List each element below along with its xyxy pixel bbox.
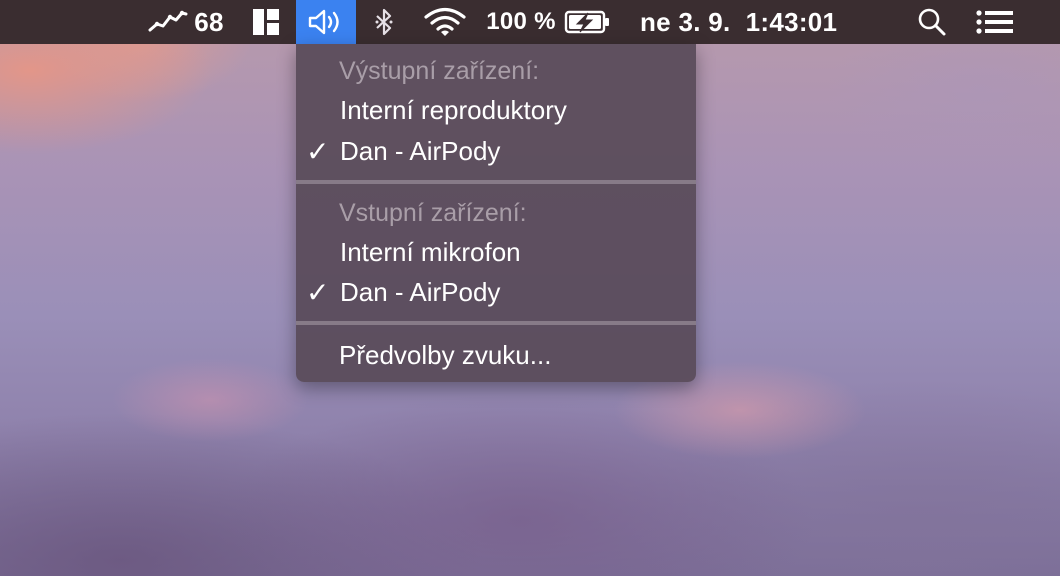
wifi-icon	[424, 7, 466, 36]
sound-dropdown-menu: Výstupní zařízení: Interní reproduktory …	[296, 44, 696, 382]
input-header-label: Vstupní zařízení:	[339, 198, 527, 227]
battery-charging-icon	[564, 10, 609, 34]
output-header-label: Výstupní zařízení:	[339, 56, 540, 85]
sound-preferences-label: Předvolby zvuku...	[339, 339, 552, 370]
input-devices-header: Vstupní zařízení:	[296, 194, 739, 232]
menu-separator	[296, 180, 696, 184]
battery-percent: 100 %	[486, 8, 556, 35]
window-layout-icon	[253, 9, 279, 35]
battery-status[interactable]: 100 %	[484, 0, 614, 44]
output-option-label: Dan - AirPody	[340, 135, 501, 166]
activity-value: 68	[194, 6, 224, 37]
checkmark-icon: ✓	[306, 276, 330, 308]
bluetooth-status[interactable]	[366, 0, 402, 44]
input-option-internal-microphone[interactable]: Interní mikrofon	[296, 233, 740, 271]
volume-menu-button[interactable]	[296, 0, 356, 44]
speaker-volume-icon	[308, 9, 339, 35]
input-option-label: Interní mikrofon	[340, 236, 521, 267]
output-option-internal-speakers[interactable]: Interní reproduktory	[296, 91, 740, 129]
datetime-text: ne 3. 9. 1:43:01	[640, 6, 838, 37]
output-option-label: Interní reproduktory	[340, 94, 567, 125]
activity-monitor-status[interactable]: 68	[140, 0, 232, 44]
menu-bar: 68 100 % ne 3. 9. 1:43:01	[0, 0, 1060, 44]
notification-center-button[interactable]	[970, 0, 1020, 44]
wifi-status[interactable]	[420, 0, 470, 44]
bluetooth-icon	[375, 8, 393, 36]
menu-separator	[296, 321, 696, 325]
notification-center-icon	[976, 10, 1013, 34]
search-icon	[918, 8, 946, 36]
input-option-label: Dan - AirPody	[340, 276, 501, 307]
sound-preferences-item[interactable]: Předvolby zvuku...	[296, 336, 739, 374]
window-manager-status[interactable]	[246, 0, 286, 44]
activity-graph-icon	[148, 10, 188, 32]
output-option-airpods[interactable]: ✓ Dan - AirPody	[296, 132, 740, 170]
checkmark-icon: ✓	[306, 135, 330, 167]
output-devices-header: Výstupní zařízení:	[296, 52, 739, 90]
spotlight-button[interactable]	[912, 0, 952, 44]
clock[interactable]: ne 3. 9. 1:43:01	[640, 0, 880, 44]
input-option-airpods[interactable]: ✓ Dan - AirPody	[296, 273, 740, 311]
